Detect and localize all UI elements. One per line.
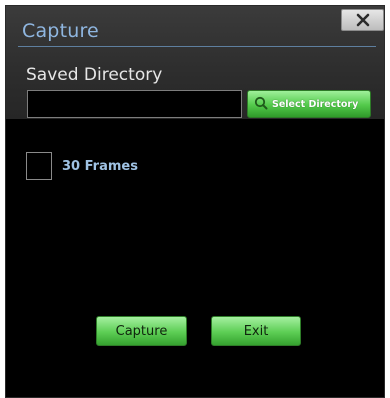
- frames-checkbox-label: 30 Frames: [62, 159, 138, 174]
- saved-directory-label: Saved Directory: [26, 65, 163, 85]
- capture-button[interactable]: Capture: [96, 316, 187, 346]
- title-divider: [18, 46, 376, 47]
- close-icon: [356, 13, 370, 27]
- frames-checkbox[interactable]: [26, 152, 52, 180]
- directory-path-input[interactable]: [27, 90, 242, 118]
- close-button[interactable]: [341, 9, 384, 31]
- search-icon: [254, 95, 268, 114]
- capture-dialog: Capture Saved Directory Select Directory…: [5, 5, 385, 398]
- dialog-title: Capture: [22, 20, 99, 42]
- select-directory-button[interactable]: Select Directory: [247, 90, 371, 118]
- exit-button[interactable]: Exit: [211, 316, 301, 346]
- select-directory-label: Select Directory: [272, 98, 359, 110]
